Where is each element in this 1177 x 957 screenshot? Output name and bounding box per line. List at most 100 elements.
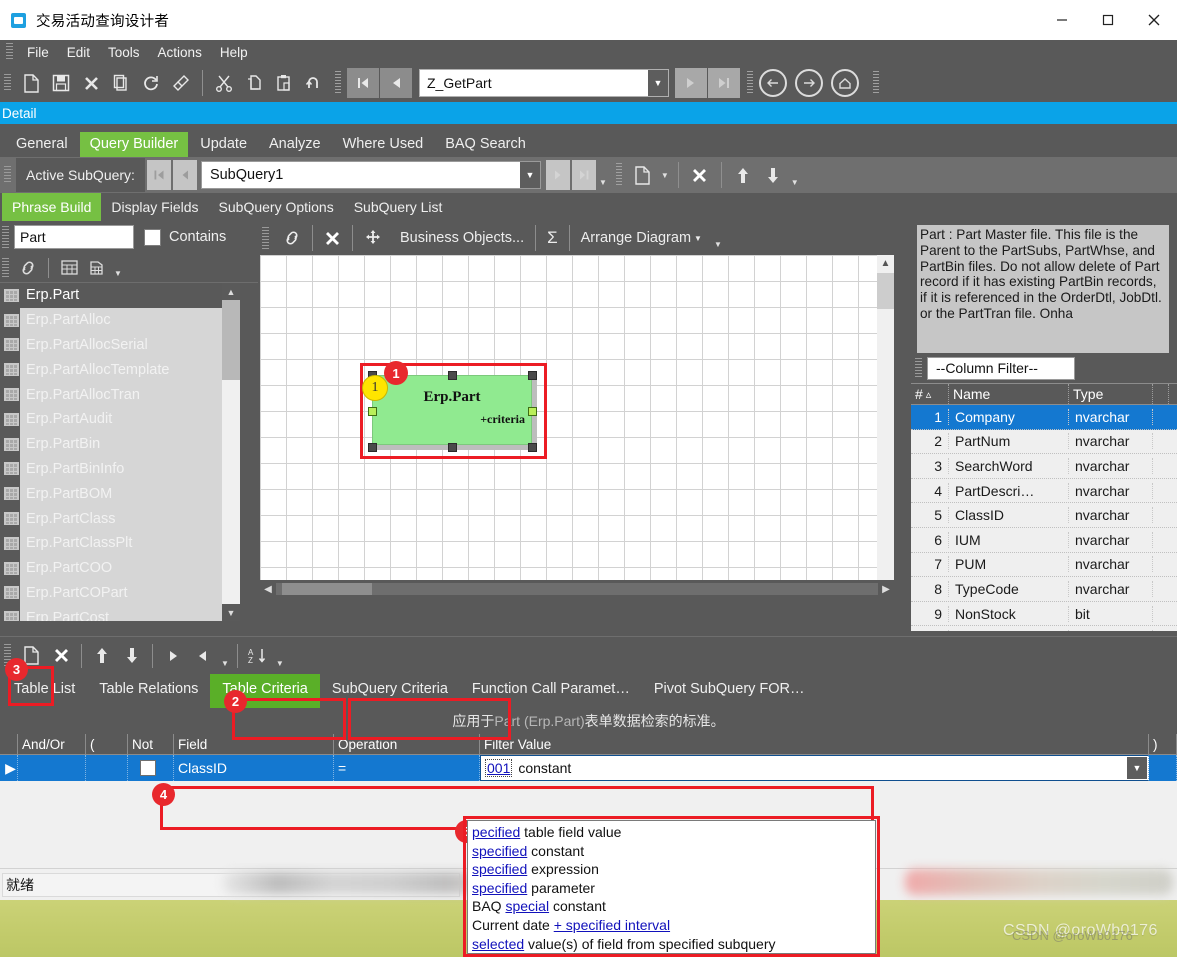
column-header-number[interactable]: # ▵ <box>911 384 949 404</box>
record-combo[interactable]: Z_GetPart ▼ <box>419 69 669 97</box>
table-row[interactable]: 2 PartNum nvarchar <box>911 430 1177 455</box>
new-subquery-icon[interactable] <box>628 160 658 190</box>
menu-item-help[interactable]: Help <box>211 43 257 62</box>
paste-icon[interactable] <box>269 68 299 98</box>
tab-query-builder[interactable]: Query Builder <box>79 131 189 157</box>
scroll-up-icon[interactable]: ▲ <box>877 255 894 272</box>
tab-subquery-options[interactable]: SubQuery Options <box>209 193 344 221</box>
table-list-item-11[interactable]: Erp.PartCOO <box>0 556 258 581</box>
criteria-header-filter-value[interactable]: Filter Value <box>480 734 1149 754</box>
column-filter-grip-handle[interactable] <box>915 358 922 378</box>
column-grid[interactable]: 1 Company nvarchar 2 PartNum nvarchar 3 Searc… <box>911 405 1177 631</box>
table-row[interactable]: 10Purchasin…decimal <box>911 626 1177 631</box>
subquery-grip-handle-2[interactable] <box>615 163 622 187</box>
menu-item-edit[interactable]: Edit <box>58 43 99 62</box>
dropdown-item-expression[interactable]: specified expression <box>472 860 871 879</box>
table-list-item-0[interactable]: Erp.Part <box>0 283 258 308</box>
cut-icon[interactable] <box>209 68 239 98</box>
move-down-icon[interactable] <box>117 641 147 671</box>
move-down-icon[interactable] <box>758 160 788 190</box>
filter-value-dropdown[interactable]: pecified table field value specified con… <box>467 820 876 954</box>
table-row[interactable]: 7 PUM nvarchar <box>911 553 1177 578</box>
last-record-icon[interactable] <box>708 68 740 98</box>
sort-options-caret[interactable]: ▼ <box>276 659 284 668</box>
criteria-header-operation[interactable]: Operation <box>334 734 480 754</box>
dropdown-item-parameter[interactable]: specified parameter <box>472 879 871 898</box>
scroll-left-icon[interactable]: ◀ <box>260 584 276 595</box>
tab-phrase-build[interactable]: Phrase Build <box>2 193 102 221</box>
table-row[interactable]: 1 Company nvarchar <box>911 405 1177 430</box>
sum-icon[interactable]: Σ <box>538 223 567 253</box>
link-icon[interactable] <box>274 223 310 253</box>
outdent-icon[interactable] <box>188 641 218 671</box>
next-record-icon[interactable] <box>675 68 707 98</box>
table-row[interactable]: 4 PartDescri… nvarchar <box>911 479 1177 504</box>
chevron-down-icon[interactable]: ▼ <box>1127 757 1147 779</box>
sort-icon[interactable]: AZ <box>243 641 273 671</box>
move-up-icon[interactable] <box>728 160 758 190</box>
criteria-cell-filter-value[interactable]: 001 constant ▼ <box>480 755 1149 781</box>
subquery-next-icon[interactable] <box>545 160 570 190</box>
table-search-input[interactable] <box>14 225 134 249</box>
copy-icon[interactable] <box>239 68 269 98</box>
tab-function-call-parameters[interactable]: Function Call Paramet… <box>460 674 642 708</box>
dropdown-item-current-date-interval[interactable]: Current date + specified interval <box>472 916 871 935</box>
table-list-scrollbar[interactable]: ▲ ▼ <box>222 283 240 621</box>
hscroll-track[interactable] <box>276 583 878 595</box>
subquery-previous-icon[interactable] <box>172 160 197 190</box>
diagram-grip-handle[interactable] <box>262 227 269 249</box>
table-list-item-9[interactable]: Erp.PartClass <box>0 506 258 531</box>
home-icon[interactable] <box>831 69 859 97</box>
link-icon[interactable] <box>14 255 42 281</box>
scrollbar-thumb[interactable] <box>877 273 894 309</box>
criteria-header-close-paren[interactable]: ) <box>1149 734 1177 754</box>
column-header-type[interactable]: Type <box>1069 384 1153 404</box>
criteria-header-open-paren[interactable]: ( <box>86 734 128 754</box>
scroll-down-icon[interactable]: ▼ <box>222 604 240 621</box>
table-row[interactable]: 5 ClassID nvarchar <box>911 503 1177 528</box>
close-icon[interactable] <box>1131 0 1177 40</box>
tab-general[interactable]: General <box>6 132 78 158</box>
dropdown-item-constant[interactable]: specified constant <box>472 842 871 861</box>
delete-row-icon[interactable] <box>46 641 76 671</box>
criteria-cell-close-paren[interactable] <box>1149 755 1177 781</box>
table-list-item-10[interactable]: Erp.PartClassPlt <box>0 531 258 556</box>
not-checkbox[interactable] <box>140 760 156 776</box>
criteria-header-and-or[interactable]: And/Or <box>18 734 86 754</box>
table-tools-grip-handle[interactable] <box>2 257 9 278</box>
tab-analyze[interactable]: Analyze <box>259 132 331 158</box>
table-list[interactable]: Erp.Part Erp.PartAlloc Erp.PartAllocSeri… <box>0 283 258 621</box>
scrollbar-thumb[interactable] <box>282 583 372 595</box>
scrollbar-thumb[interactable] <box>222 300 240 380</box>
table-row[interactable]: 8 TypeCode nvarchar <box>911 577 1177 602</box>
subquery-toolbar-overflow-caret[interactable]: ▼ <box>791 178 799 187</box>
criteria-cell-field[interactable]: ClassID <box>174 755 334 781</box>
table-list-item-8[interactable]: Erp.PartBOM <box>0 481 258 506</box>
table-list-item-1[interactable]: Erp.PartAlloc <box>0 308 258 333</box>
back-icon[interactable] <box>759 69 787 97</box>
move-up-icon[interactable] <box>87 641 117 671</box>
tab-where-used[interactable]: Where Used <box>333 132 434 158</box>
dropdown-item-table-field-value[interactable]: pecified table field value <box>472 823 871 842</box>
minimize-icon[interactable] <box>1039 0 1085 40</box>
subquery-grip-handle[interactable] <box>4 166 11 184</box>
criteria-cell-not[interactable] <box>128 755 174 781</box>
column-filter-input[interactable] <box>927 356 1075 380</box>
menu-item-tools[interactable]: Tools <box>99 43 149 62</box>
diagram-overflow-caret[interactable]: ▼ <box>714 240 722 249</box>
toolbar-grip-handle-2[interactable] <box>335 71 341 95</box>
menu-item-actions[interactable]: Actions <box>149 43 211 62</box>
menu-item-file[interactable]: File <box>18 43 58 62</box>
criteria-overflow-caret[interactable]: ▼ <box>221 659 229 668</box>
delete-subquery-icon[interactable] <box>685 160 715 190</box>
table-list-item-12[interactable]: Erp.PartCOPart <box>0 581 258 606</box>
arrange-diagram-button[interactable]: Arrange Diagram ▼ <box>572 223 711 253</box>
dropdown-item-baq-special-constant[interactable]: BAQ special constant <box>472 897 871 916</box>
tab-baq-search[interactable]: BAQ Search <box>435 132 536 158</box>
scroll-up-icon[interactable]: ▲ <box>222 283 240 300</box>
table-list-item-6[interactable]: Erp.PartBin <box>0 432 258 457</box>
tab-display-fields[interactable]: Display Fields <box>101 193 208 221</box>
menu-grip-handle[interactable] <box>6 43 13 61</box>
tab-pivot-subquery-for[interactable]: Pivot SubQuery FOR… <box>642 674 817 708</box>
tab-subquery-list[interactable]: SubQuery List <box>344 193 453 221</box>
